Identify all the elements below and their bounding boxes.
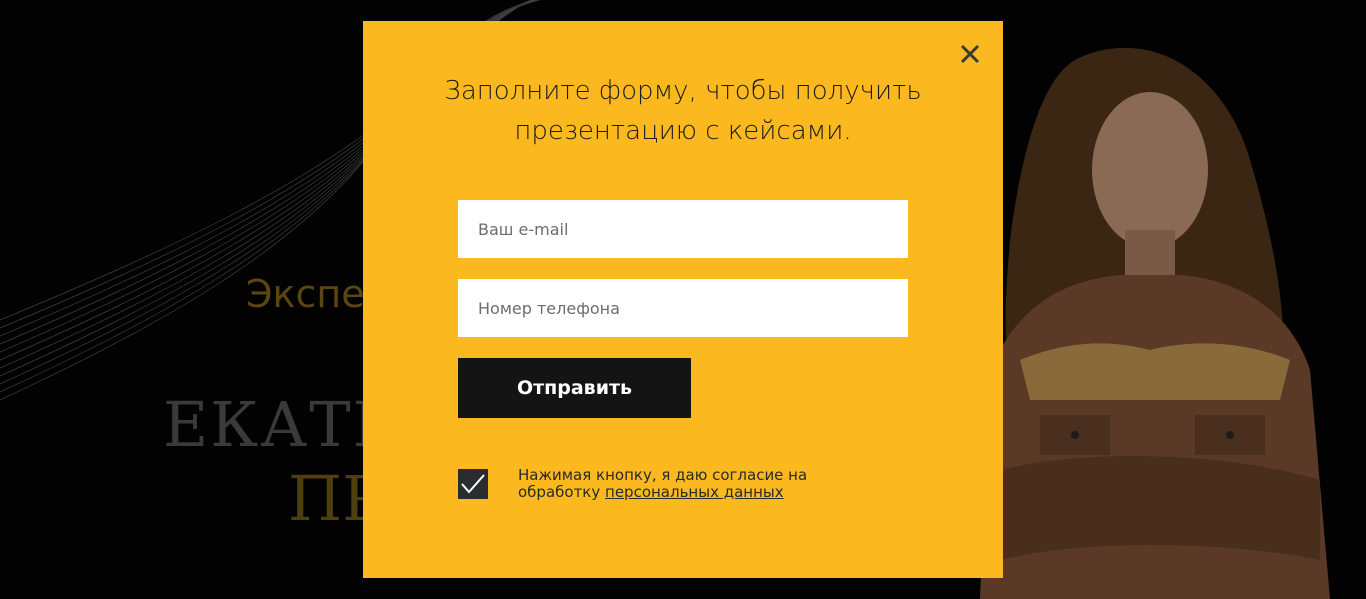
checkmark-icon: [461, 474, 485, 494]
background-eyebrow-text: Экспе: [246, 272, 365, 316]
phone-field[interactable]: [458, 279, 908, 337]
page: Экспе ЕКАТЕ ПР Заполните форму, чтобы по…: [0, 0, 1366, 599]
modal-title-line2: презентацию с кейсами.: [514, 116, 852, 146]
background-portrait-photo: [980, 47, 1330, 599]
email-field[interactable]: [458, 200, 908, 258]
modal-title-line1: Заполните форму, чтобы получить: [444, 76, 922, 106]
consent-checkbox[interactable]: [458, 469, 488, 499]
presentation-request-modal: Заполните форму, чтобы получить презента…: [363, 21, 1003, 578]
personal-data-link[interactable]: персональных данных: [605, 483, 784, 501]
close-icon: [960, 44, 980, 64]
modal-title: Заполните форму, чтобы получить презента…: [363, 71, 1003, 151]
submit-button[interactable]: Отправить: [458, 358, 691, 418]
consent-text: Нажимая кнопку, я даю согласие на обрабо…: [518, 467, 878, 501]
close-button[interactable]: [955, 39, 985, 69]
